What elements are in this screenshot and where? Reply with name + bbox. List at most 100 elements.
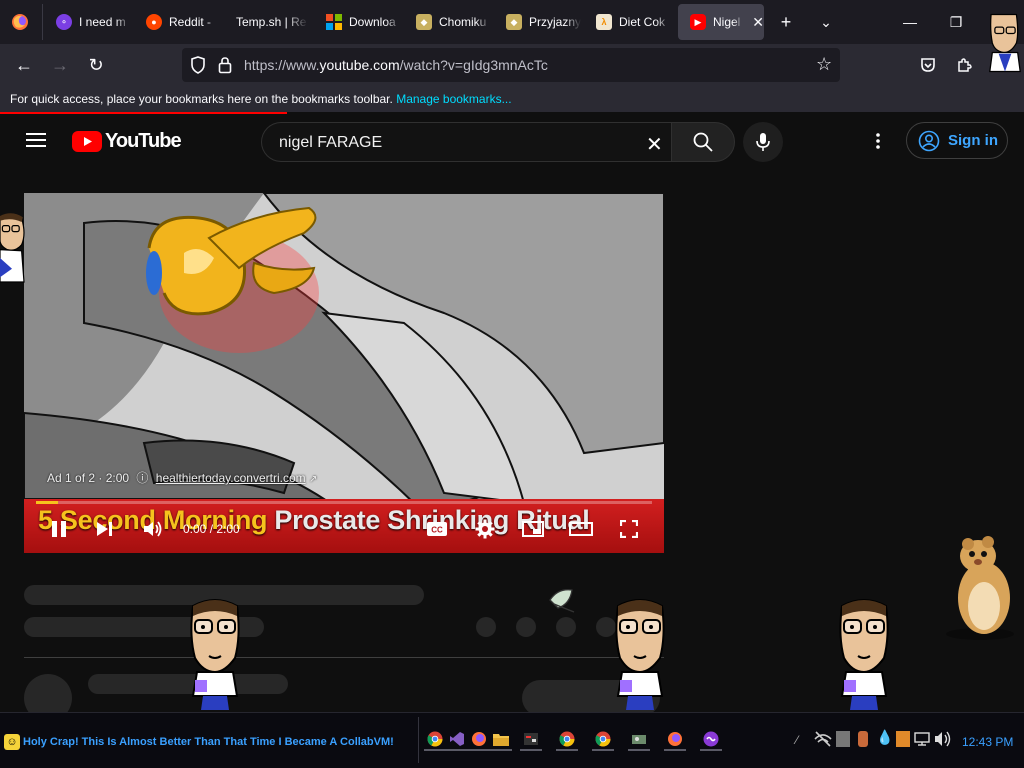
settings-kebab-icon[interactable]: [870, 132, 886, 155]
chrome-icon[interactable]: [556, 729, 578, 751]
tab-5-title: Chomiku: [439, 15, 487, 29]
chrome-icon[interactable]: [592, 729, 614, 751]
mute-button[interactable]: [138, 515, 168, 543]
tray-app-icon[interactable]: [896, 731, 910, 747]
tab-1[interactable]: ⚬ I need m: [44, 4, 134, 40]
firefox-icon[interactable]: [468, 729, 490, 751]
taskbar-clock[interactable]: 12:43 PM: [962, 735, 1013, 749]
tab-3[interactable]: Temp.sh | Re: [224, 4, 314, 40]
voice-search-button[interactable]: [743, 122, 783, 162]
minimize-icon[interactable]: —: [896, 8, 924, 36]
tab-1-favicon-icon: ⚬: [56, 14, 72, 30]
tab-5[interactable]: ◆ Chomiku: [404, 4, 494, 40]
chrome-icon[interactable]: [424, 729, 446, 751]
tab-7[interactable]: λ Diet Cok: [584, 4, 676, 40]
navigation-toolbar: ← → ↻ https://www.youtube.com/watch?v=gI…: [0, 44, 1024, 86]
account-icon: [918, 130, 940, 151]
video-progress-bar[interactable]: [36, 501, 652, 504]
tab-1-title: I need m: [79, 15, 126, 29]
firefox-menu-icon[interactable]: [6, 8, 34, 36]
bookmark-star-icon[interactable]: ☆: [816, 54, 832, 75]
sign-in-button[interactable]: Sign in: [906, 122, 1008, 159]
theater-mode-button[interactable]: [566, 515, 596, 543]
browser-tab-strip: ⚬ I need m ● Reddit - Temp.sh | Re Downl…: [0, 0, 1024, 44]
theater-mode-icon: [569, 522, 593, 536]
sign-in-label: Sign in: [948, 132, 998, 149]
action-skeleton: [556, 617, 576, 637]
tab-2[interactable]: ● Reddit -: [134, 4, 224, 40]
back-arrow-icon[interactable]: ←: [10, 51, 38, 79]
next-button[interactable]: [90, 515, 120, 543]
half-life-icon: λ: [596, 14, 612, 30]
firefox-icon[interactable]: [664, 729, 686, 751]
bookmarks-toolbar: For quick access, place your bookmarks h…: [0, 86, 1024, 112]
forward-arrow-icon[interactable]: →: [46, 51, 74, 79]
search-button[interactable]: [671, 122, 735, 162]
tracking-shield-icon[interactable]: [190, 56, 206, 79]
pocket-icon[interactable]: [914, 51, 942, 79]
file-explorer-icon[interactable]: [490, 729, 512, 751]
fullscreen-icon: [620, 520, 638, 538]
smiley-icon: ☺: [4, 734, 20, 750]
youtube-icon: ▶: [690, 14, 706, 30]
restore-icon[interactable]: ❐: [942, 8, 970, 36]
taskbar-divider: [418, 717, 419, 763]
video-player[interactable]: Ad 1 of 2 · 2:00 ⓘ healthiertoday.conver…: [24, 193, 664, 553]
settings-button[interactable]: [470, 515, 500, 543]
chomikuj-icon: ◆: [416, 14, 432, 30]
bookmarks-prompt: For quick access, place your bookmarks h…: [10, 92, 393, 106]
captions-button[interactable]: CC: [422, 515, 452, 543]
miniplayer-button[interactable]: [518, 515, 548, 543]
hank-figure-icon: [190, 599, 240, 710]
ad-info: Ad 1 of 2 · 2:00 ⓘ healthiertoday.conver…: [47, 469, 317, 486]
hank-figure-icon: [839, 599, 889, 710]
taskbar-window-title[interactable]: ☺ Holy Crap! This Is Almost Better Than …: [4, 730, 394, 754]
visual-studio-icon[interactable]: [446, 729, 468, 751]
manage-bookmarks-link[interactable]: Manage bookmarks...: [396, 92, 511, 106]
youtube-header: YouTube nigel FARAGE ✕ Sign in: [0, 114, 1024, 170]
app-icon[interactable]: [520, 729, 542, 751]
reload-icon[interactable]: ↻: [82, 51, 110, 79]
monitor-network-icon[interactable]: [914, 731, 930, 752]
tab-4[interactable]: Downloa: [314, 4, 404, 40]
new-tab-icon[interactable]: +: [772, 8, 800, 36]
tab-7-title: Diet Cok: [619, 15, 666, 29]
hank-figure-icon: [989, 13, 1021, 73]
close-tab-icon[interactable]: ✕: [752, 14, 764, 31]
app-icon[interactable]: [700, 729, 722, 751]
lock-icon[interactable]: [218, 56, 232, 79]
miniplayer-icon: [522, 521, 544, 537]
hank-figure-icon: [0, 213, 25, 283]
fullscreen-button[interactable]: [614, 515, 644, 543]
youtube-play-logo-icon: [72, 131, 102, 152]
action-skeleton: [516, 617, 536, 637]
info-circle-icon[interactable]: ⓘ: [136, 471, 148, 485]
hank-figure-icon: [615, 599, 665, 710]
microphone-icon: [756, 133, 770, 151]
ad-domain-link[interactable]: healthiertoday.convertri.com: [156, 471, 306, 485]
tab-4-title: Downloa: [349, 15, 396, 29]
extensions-icon[interactable]: [950, 51, 978, 79]
skip-next-icon: [97, 522, 112, 536]
guide-menu-icon[interactable]: [26, 132, 46, 153]
search-input[interactable]: nigel FARAGE ✕: [261, 122, 671, 162]
app-icon[interactable]: [628, 729, 650, 751]
clear-search-icon[interactable]: ✕: [646, 132, 663, 157]
pause-icon: [52, 521, 66, 537]
volume-tray-icon[interactable]: [934, 731, 952, 752]
network-off-icon[interactable]: [814, 731, 832, 752]
url-bar[interactable]: https://www.youtube.com/watch?v=gIdg3mnA…: [182, 48, 840, 82]
youtube-logo[interactable]: YouTube: [72, 130, 182, 153]
tab-8-active[interactable]: ▶ Nigel ✕: [678, 4, 764, 40]
chevron-down-icon[interactable]: ⌄: [812, 8, 840, 36]
droplet-icon[interactable]: 💧: [876, 729, 893, 746]
ad-count-text: Ad 1 of 2 · 2:00: [47, 471, 130, 485]
tab-6[interactable]: ◆ Przyjazny: [494, 4, 584, 40]
tray-app-icon[interactable]: [858, 731, 868, 747]
pause-button[interactable]: [44, 515, 74, 543]
ad-banner-title: 5 Second Morning Prostate Shrinking Ritu…: [38, 505, 590, 536]
search-query-text: nigel FARAGE: [279, 134, 383, 151]
tray-overflow-icon[interactable]: ⁄: [796, 733, 798, 747]
chomikuj-icon: ◆: [506, 14, 522, 30]
tray-app-icon[interactable]: [836, 731, 850, 747]
